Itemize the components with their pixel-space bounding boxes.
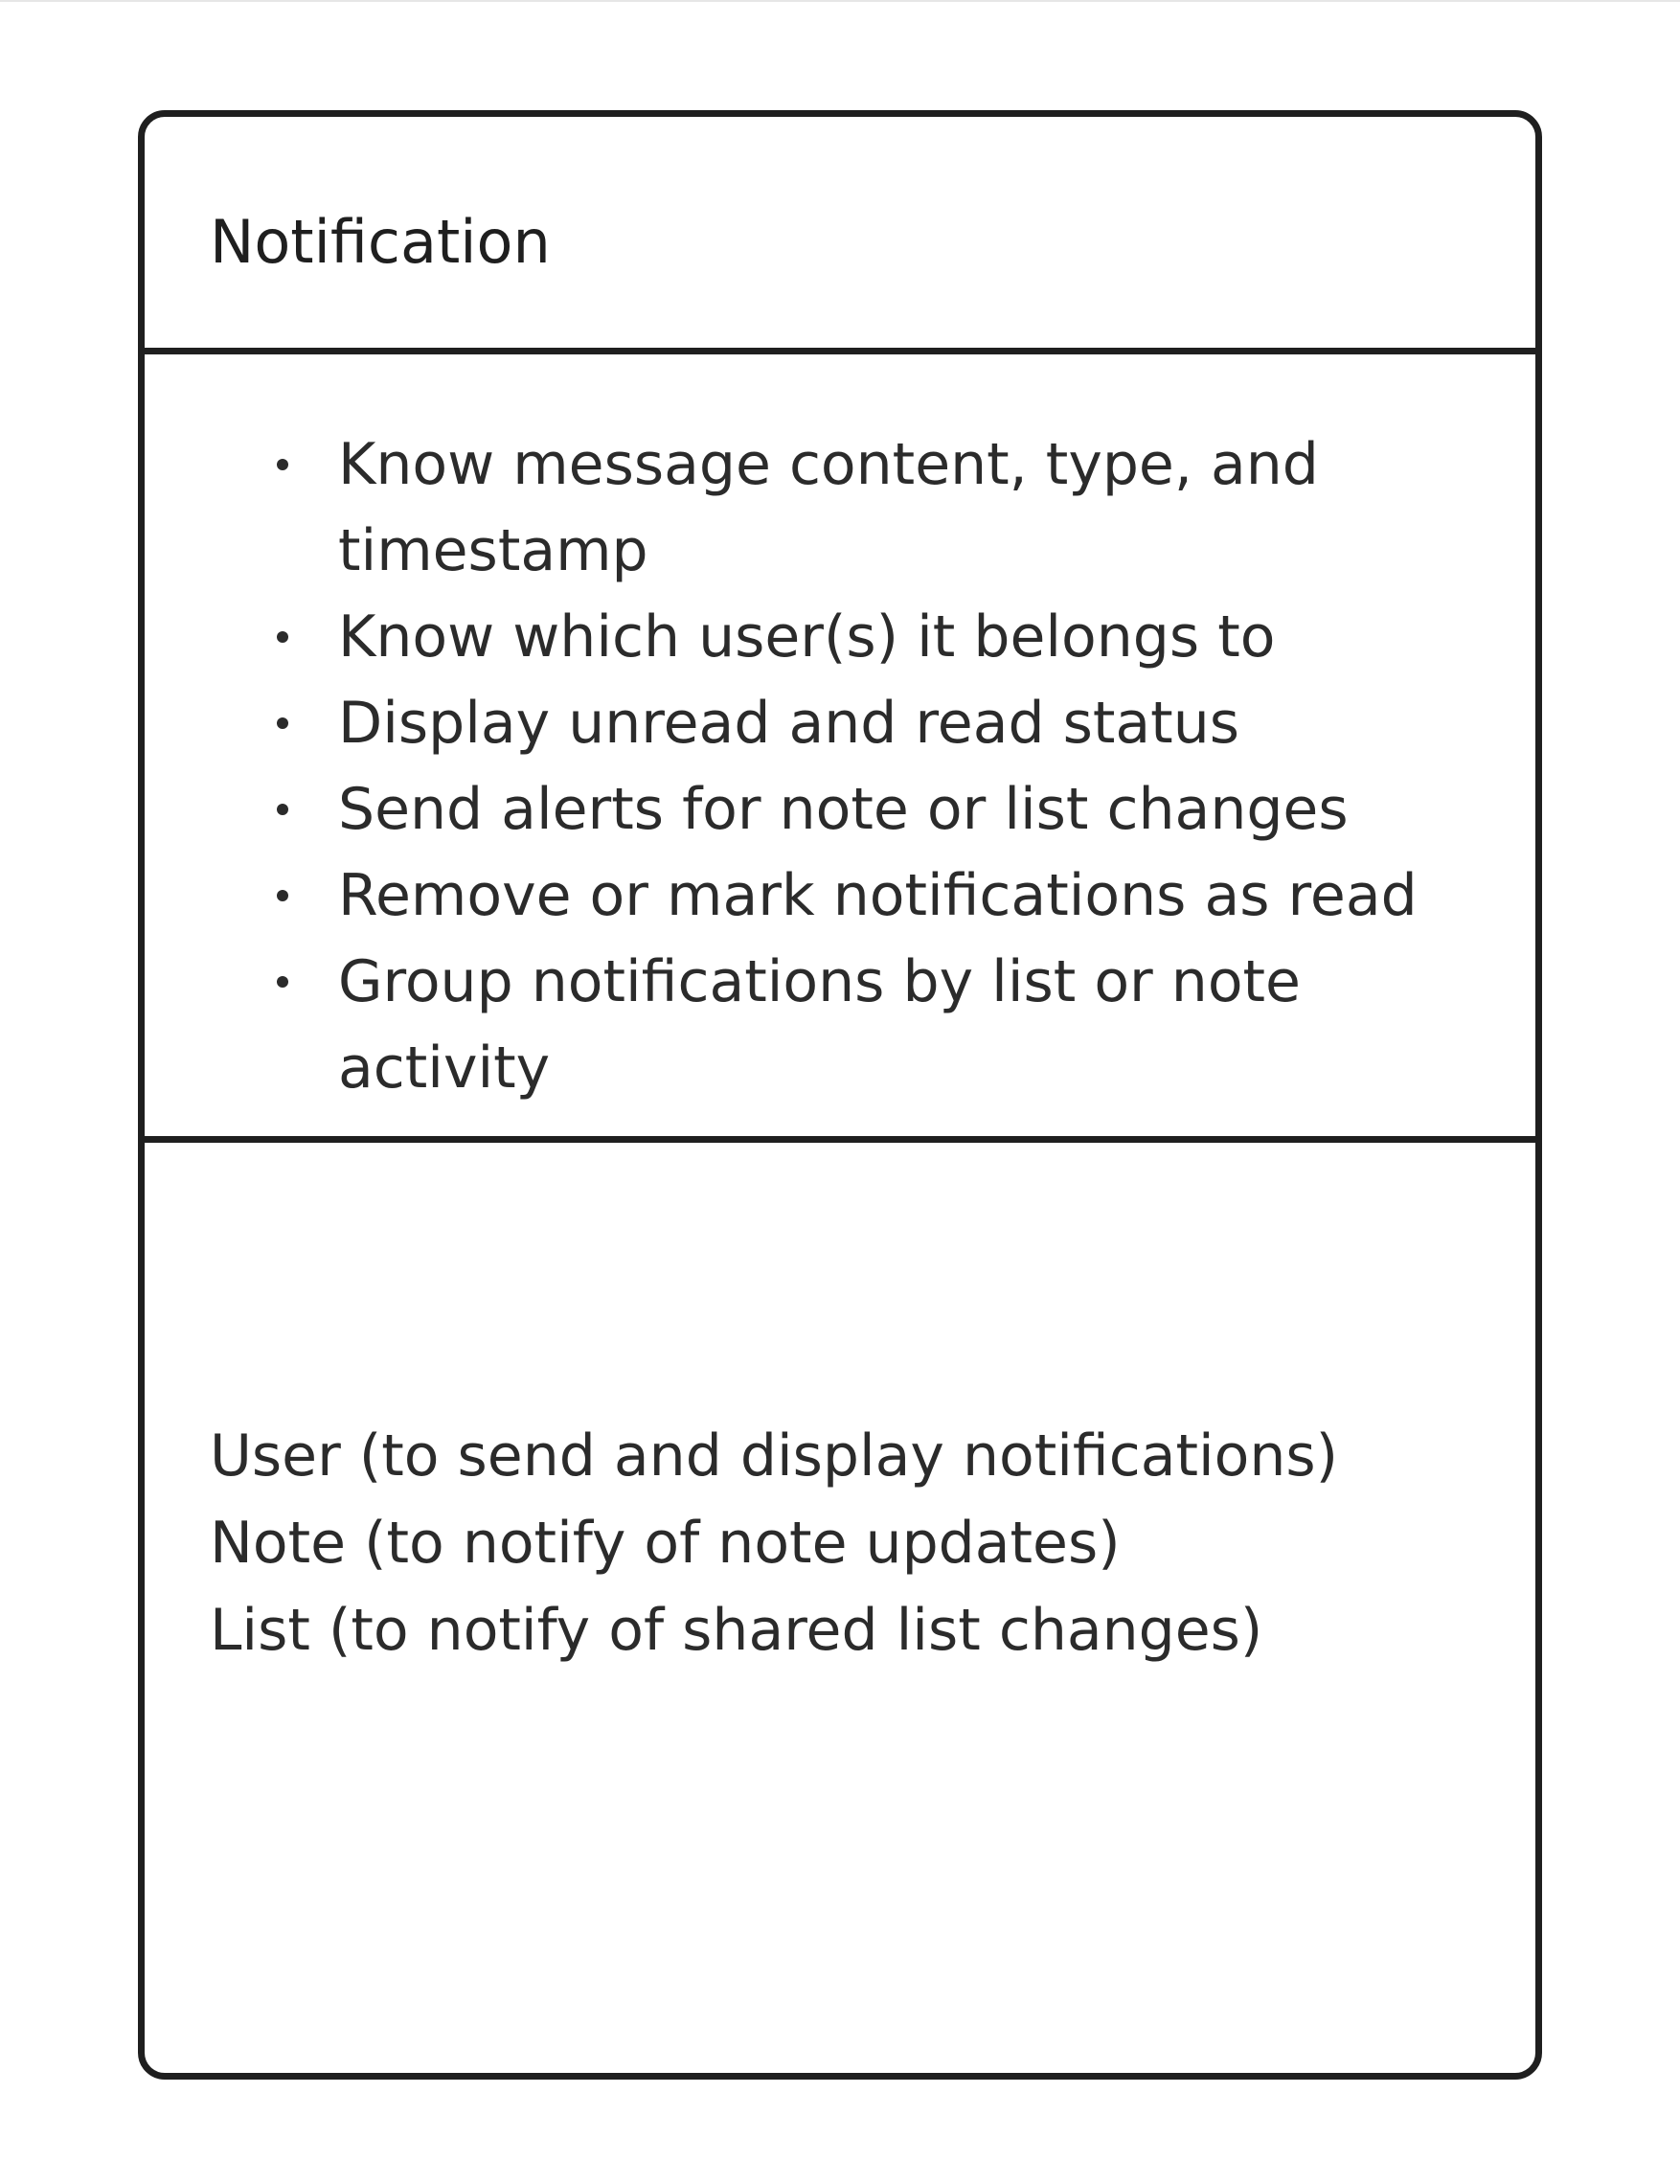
top-divider	[0, 0, 1680, 2]
bullet-icon	[277, 804, 288, 815]
collaborators-section: User (to send and display notifications)…	[145, 1143, 1535, 2073]
collaborator-item: List (to notify of shared list changes)	[210, 1597, 1263, 1664]
responsibility-text: Group notifications by list or note acti…	[338, 948, 1301, 1102]
bullet-icon	[277, 631, 288, 643]
class-name-section: Notification	[145, 117, 1535, 354]
responsibility-text: Know message content, type, and timestam…	[338, 431, 1319, 584]
collaborator-item: User (to send and display notifications)	[210, 1422, 1339, 1490]
collaborator-item: Note (to notify of note updates)	[210, 1510, 1121, 1577]
responsibility-item: Send alerts for note or list changes	[210, 766, 1474, 853]
responsibility-text: Send alerts for note or list changes	[338, 776, 1349, 843]
collaborators-list: User (to send and display notifications)…	[210, 1413, 1338, 1674]
responsibility-item: Know message content, type, and timestam…	[210, 421, 1474, 594]
bullet-icon	[277, 459, 288, 470]
responsibility-text: Remove or mark notifications as read	[338, 862, 1418, 929]
bullet-icon	[277, 976, 288, 988]
class-name: Notification	[210, 207, 551, 277]
bullet-icon	[277, 890, 288, 901]
responsibility-text: Know which user(s) it belongs to	[338, 603, 1276, 671]
responsibilities-list: Know message content, type, and timestam…	[210, 421, 1474, 1111]
responsibility-item: Group notifications by list or note acti…	[210, 939, 1474, 1111]
responsibility-item: Know which user(s) it belongs to	[210, 594, 1474, 680]
crc-card: Notification Know message content, type,…	[138, 110, 1542, 2080]
responsibilities-section: Know message content, type, and timestam…	[145, 354, 1535, 1143]
bullet-icon	[277, 717, 288, 729]
responsibility-item: Display unread and read status	[210, 680, 1474, 766]
responsibility-item: Remove or mark notifications as read	[210, 853, 1474, 939]
responsibility-text: Display unread and read status	[338, 690, 1239, 757]
